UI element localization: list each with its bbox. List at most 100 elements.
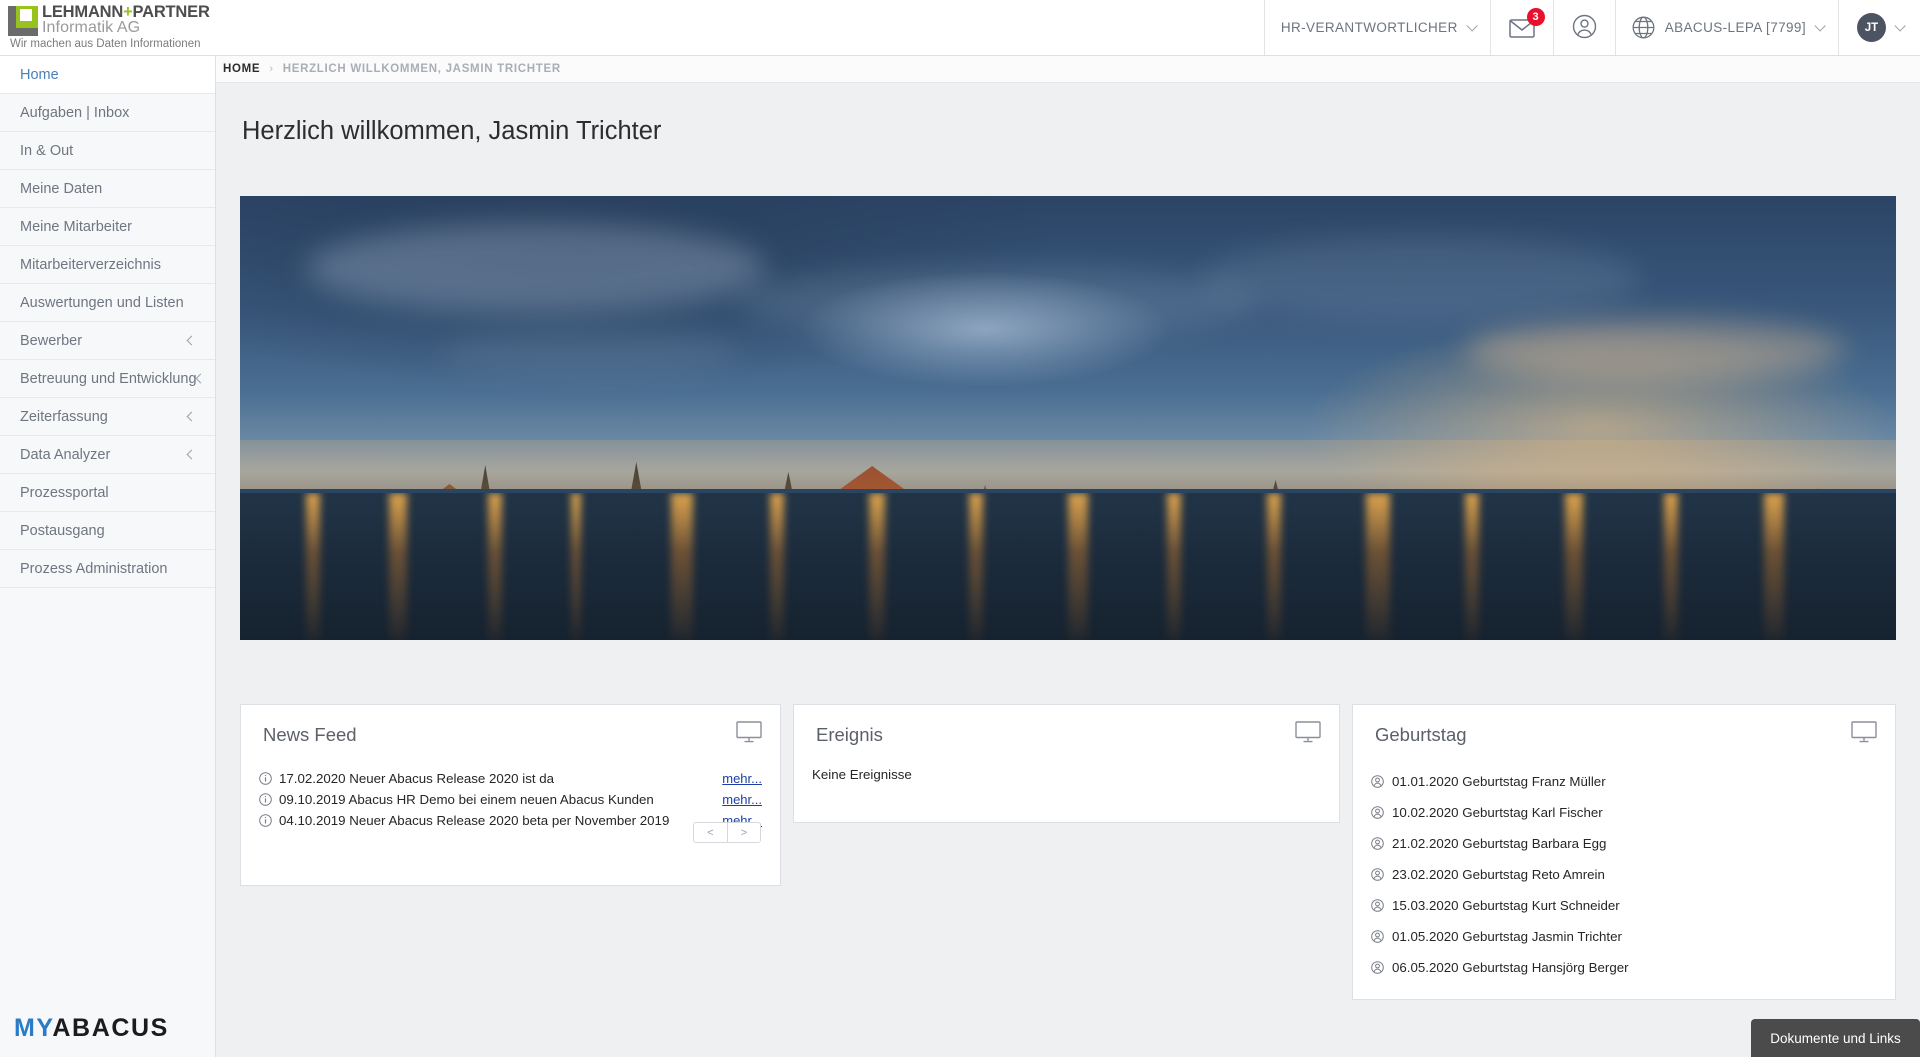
news-prev-button[interactable]: < — [694, 823, 727, 842]
news-item: 17.02.2020 Neuer Abacus Release 2020 ist… — [259, 768, 762, 789]
birthday-item: 01.01.2020 Geburtstag Franz Müller — [1371, 766, 1877, 797]
news-item-more-link[interactable]: mehr... — [722, 771, 762, 786]
sidebar-item-label: Auswertungen und Listen — [20, 294, 184, 311]
hero-water-reflection — [240, 493, 1896, 640]
page-title: Herzlich willkommen, Jasmin Trichter — [242, 117, 662, 145]
breadcrumb: HOME › HERZLICH WILLKOMMEN, JASMIN TRICH… — [216, 56, 1920, 83]
chevron-down-icon — [1894, 19, 1906, 32]
events-empty-text: Keine Ereignisse — [812, 767, 912, 782]
birthdays-widget: Geburtstag 01.01.2020 Geburtstag Franz M… — [1352, 704, 1896, 1000]
role-selector-label: HR-VERANTWORTLICHER — [1280, 20, 1458, 35]
user-account-button[interactable] — [1552, 0, 1615, 55]
role-selector[interactable]: HR-VERANTWORTLICHER — [1263, 0, 1490, 55]
sidebar-item-label: Bewerber — [20, 332, 83, 349]
sidebar-item-label: Prozess Administration — [20, 560, 168, 577]
sidebar-item-label: Aufgaben | Inbox — [20, 104, 130, 121]
news-item-title: Neuer Abacus Release 2020 beta per Novem… — [349, 813, 670, 828]
main-content: HOME › HERZLICH WILLKOMMEN, JASMIN TRICH… — [216, 56, 1920, 1057]
birthday-item-label: Geburtstag Karl Fischer — [1462, 805, 1603, 820]
birthday-item: 23.02.2020 Geburtstag Reto Amrein — [1371, 859, 1877, 890]
birthdays-title: Geburtstag — [1375, 724, 1467, 745]
sidebar-item-label: Meine Mitarbeiter — [20, 218, 133, 235]
sidebar-item-label: Betreuung und Entwicklung — [20, 370, 197, 387]
birthday-item: 01.05.2020 Geburtstag Jasmin Trichter — [1371, 921, 1877, 952]
person-circle-icon — [1371, 806, 1384, 819]
sidebar-item-mitarbeiterverzeichnis[interactable]: Mitarbeiterverzeichnis — [0, 246, 215, 284]
client-selector-label: ABACUS-LEPA [7799] — [1664, 20, 1806, 35]
monitor-icon[interactable] — [1851, 721, 1877, 743]
news-list: 17.02.2020 Neuer Abacus Release 2020 ist… — [259, 768, 762, 831]
breadcrumb-home[interactable]: HOME — [223, 63, 260, 75]
sidebar-item-label: Data Analyzer — [20, 446, 111, 463]
news-feed-widget: News Feed 17.02.2020 Neuer Abacus Releas… — [240, 704, 781, 886]
avatar: JT — [1857, 13, 1886, 42]
person-circle-icon — [1371, 899, 1384, 912]
birthday-item-label: Geburtstag Franz Müller — [1462, 774, 1606, 789]
birthday-item-date: 06.05.2020 — [1392, 960, 1459, 975]
hero-panorama-image — [240, 196, 1896, 640]
events-widget: Ereignis Keine Ereignisse — [793, 704, 1340, 823]
chevron-left-icon — [195, 373, 205, 384]
documents-and-links-button[interactable]: Dokumente und Links — [1751, 1019, 1920, 1057]
sidebar-item-postausgang[interactable]: Postausgang — [0, 512, 215, 550]
sidebar-item-aufgaben-inbox[interactable]: Aufgaben | Inbox — [0, 94, 215, 132]
person-circle-icon — [1371, 961, 1384, 974]
top-header-bar: LEHMANN+PARTNER Informatik AG Wir machen… — [0, 0, 1920, 56]
sidebar-item-auswertungen-und-listen[interactable]: Auswertungen und Listen — [0, 284, 215, 322]
sidebar-item-label: Meine Daten — [20, 180, 103, 197]
sidebar-item-meine-mitarbeiter[interactable]: Meine Mitarbeiter — [0, 208, 215, 246]
sidebar-item-data-analyzer[interactable]: Data Analyzer — [0, 436, 215, 474]
monitor-icon[interactable] — [736, 721, 762, 743]
chevron-down-icon — [1466, 19, 1478, 32]
brand-tagline: Wir machen aus Daten Informationen — [10, 38, 201, 51]
birthday-list: 01.01.2020 Geburtstag Franz Müller 10.02.… — [1371, 766, 1877, 983]
client-selector[interactable]: ABACUS-LEPA [7799] — [1614, 0, 1838, 55]
news-pagination: < > — [693, 822, 761, 843]
chevron-left-icon — [186, 411, 197, 422]
mail-unread-badge: 3 — [1526, 7, 1545, 26]
news-item-title: Abacus HR Demo bei einem neuen Abacus Ku… — [348, 792, 654, 807]
breadcrumb-current: HERZLICH WILLKOMMEN, JASMIN TRICHTER — [282, 63, 561, 75]
news-item: 09.10.2019 Abacus HR Demo bei einem neue… — [259, 789, 762, 810]
person-circle-icon — [1371, 775, 1384, 788]
news-item-date: 17.02.2020 — [279, 771, 346, 786]
news-item-date: 04.10.2019 — [279, 813, 346, 828]
news-item-title: Neuer Abacus Release 2020 ist da — [349, 771, 555, 786]
news-item-date: 09.10.2019 — [279, 792, 346, 807]
sidebar-item-label: Home — [20, 66, 59, 83]
news-next-button[interactable]: > — [727, 823, 760, 842]
birthday-item: 10.02.2020 Geburtstag Karl Fischer — [1371, 797, 1877, 828]
sidebar-items-container: Home Aufgaben | Inbox In & Out Meine Daten M… — [0, 56, 215, 588]
chevron-down-icon — [1814, 19, 1826, 32]
sidebar-item-home[interactable]: Home — [0, 56, 215, 94]
sidebar-item-prozessportal[interactable]: Prozessportal — [0, 474, 215, 512]
news-item-more-link[interactable]: mehr... — [722, 792, 762, 807]
sidebar-item-prozess-administration[interactable]: Prozess Administration — [0, 550, 215, 588]
info-circle-icon — [259, 772, 272, 785]
birthday-item-text: 01.01.2020 Geburtstag Franz Müller — [1384, 774, 1606, 789]
info-circle-icon — [259, 793, 272, 806]
person-circle-icon — [1371, 868, 1384, 881]
birthday-item-text: 23.02.2020 Geburtstag Reto Amrein — [1384, 867, 1605, 882]
sidebar-item-in-out[interactable]: In & Out — [0, 132, 215, 170]
messages-button[interactable]: 3 — [1489, 0, 1553, 55]
globe-icon — [1632, 16, 1655, 39]
sidebar-navigation: Home Aufgaben | Inbox In & Out Meine Daten M… — [0, 56, 216, 1057]
person-circle-icon — [1572, 14, 1597, 42]
news-item: 04.10.2019 Neuer Abacus Release 2020 bet… — [259, 810, 762, 831]
news-item-text: 04.10.2019 Neuer Abacus Release 2020 bet… — [272, 813, 722, 828]
sidebar-item-bewerber[interactable]: Bewerber — [0, 322, 215, 360]
birthday-item: 15.03.2020 Geburtstag Kurt Schneider — [1371, 890, 1877, 921]
sidebar-item-betreuung-und-entwicklung[interactable]: Betreuung und Entwicklung — [0, 360, 215, 398]
sidebar-item-zeiterfassung[interactable]: Zeiterfassung — [0, 398, 215, 436]
birthday-item-text: 15.03.2020 Geburtstag Kurt Schneider — [1384, 898, 1620, 913]
chevron-left-icon — [186, 335, 197, 346]
birthday-item-text: 06.05.2020 Geburtstag Hansjörg Berger — [1384, 960, 1629, 975]
user-menu[interactable]: JT — [1838, 0, 1920, 55]
news-feed-title: News Feed — [263, 724, 357, 745]
chevron-left-icon — [186, 449, 197, 460]
lehmann-partner-logo-mark — [8, 6, 38, 36]
sidebar-item-meine-daten[interactable]: Meine Daten — [0, 170, 215, 208]
monitor-icon[interactable] — [1295, 721, 1321, 743]
birthday-item-label: Geburtstag Kurt Schneider — [1462, 898, 1620, 913]
